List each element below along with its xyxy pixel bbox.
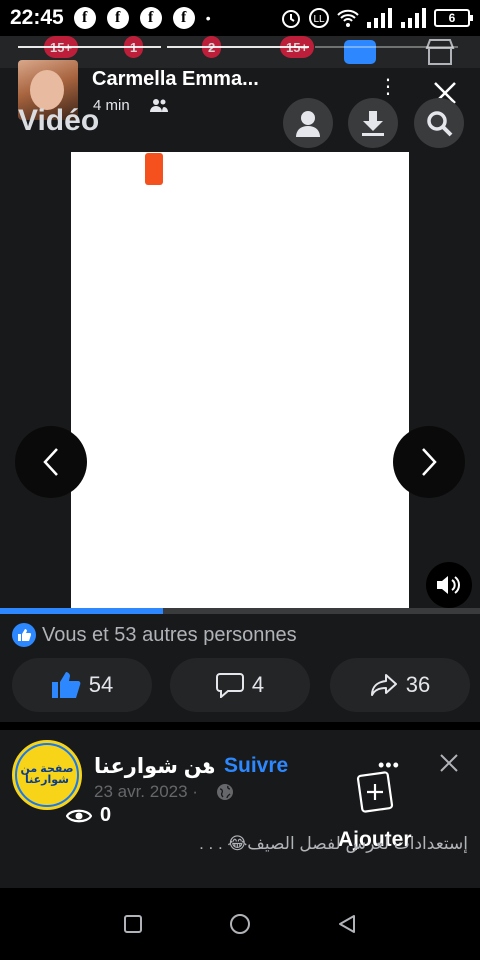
page-name[interactable]: من شوارعنا (94, 754, 216, 779)
status-bar: 22:45 f f f f • LL 6 (0, 0, 480, 36)
next-story-button[interactable] (393, 426, 465, 498)
eye-icon (66, 809, 92, 822)
video-content-marker (145, 153, 163, 185)
signal-icon (401, 8, 426, 28)
view-count-value: 0 (100, 804, 112, 826)
more-options-button[interactable]: ⋮ (378, 77, 398, 97)
previous-story-button[interactable] (15, 426, 87, 498)
reactions-summary-text: Vous et 53 autres personnes (42, 623, 297, 646)
story-progress-segment (315, 46, 459, 48)
search-button[interactable] (414, 98, 464, 148)
sound-toggle-button[interactable] (426, 562, 472, 608)
facebook-notification-icon: f (139, 7, 162, 29)
chevron-right-icon (422, 448, 437, 476)
signal-icon (367, 8, 392, 28)
profile-button[interactable] (283, 98, 333, 148)
post-text: إستعدادات لعرس لفصل الصيف😂 . . . (199, 834, 468, 853)
download-button[interactable] (348, 98, 398, 148)
reactions-section: Vous et 53 autres personnes 54 4 36 (0, 614, 480, 722)
like-reaction-icon (12, 623, 36, 647)
page-avatar[interactable]: صفحة من شوارعنا (12, 740, 82, 810)
share-count: 36 (405, 672, 431, 697)
square-icon (124, 915, 143, 933)
data-saver-icon: LL (309, 8, 329, 28)
download-icon (362, 111, 384, 136)
name-separator: • (203, 754, 211, 777)
triangle-back-icon (338, 915, 355, 933)
svg-text:LL: LL (313, 14, 325, 25)
video-player[interactable] (71, 152, 409, 614)
share-button[interactable]: 36 (330, 658, 470, 712)
thumbs-up-icon (51, 672, 81, 698)
friends-audience-icon (150, 99, 168, 112)
share-icon (370, 674, 397, 696)
story-progress-segment (166, 46, 310, 48)
video-page-title: Vidéo (18, 104, 100, 137)
facebook-notification-icon: f (106, 7, 129, 29)
system-navigation-bar (0, 888, 480, 960)
battery-level: 6 (448, 11, 456, 25)
view-count: 0 (66, 804, 111, 827)
page-avatar-logo: صفحة من شوارعنا (17, 745, 77, 805)
alarm-icon (282, 10, 300, 28)
comment-count: 4 (251, 672, 265, 697)
person-icon (296, 111, 320, 137)
more-notifications-dot: • (205, 10, 211, 26)
facebook-notification-icon: f (73, 7, 96, 29)
hide-post-icon[interactable] (438, 752, 460, 774)
speaker-icon (437, 576, 460, 594)
comment-icon (215, 673, 244, 698)
story-progress-segment (18, 46, 161, 48)
like-button[interactable]: 54 (12, 658, 152, 712)
add-to-story-icon[interactable] (356, 764, 400, 814)
circle-icon (229, 914, 250, 934)
feed-post: صفحة من شوارعنا من شوارعنا • Suivre 23 a… (0, 730, 480, 860)
facebook-notification-icon: f (172, 7, 195, 29)
chevron-left-icon (43, 448, 58, 476)
reactions-summary[interactable]: Vous et 53 autres personnes (12, 623, 297, 647)
globe-icon (217, 784, 233, 800)
back-button[interactable] (332, 909, 362, 939)
home-button[interactable] (225, 909, 255, 939)
follow-button[interactable]: Suivre (224, 754, 288, 778)
status-time: 22:45 (10, 6, 64, 29)
battery-icon: 6 (434, 9, 473, 27)
status-icons: LL 6 (280, 7, 473, 29)
recent-apps-button[interactable] (118, 909, 148, 939)
comment-button[interactable]: 4 (170, 658, 310, 712)
like-count: 54 (88, 672, 114, 697)
search-icon (427, 111, 453, 137)
story-progress (18, 46, 459, 49)
wifi-icon (337, 9, 359, 27)
post-date: 23 avr. 2023 · (94, 782, 198, 801)
author-name[interactable]: Carmella Emma... (92, 68, 259, 91)
feed-divider (0, 722, 480, 730)
